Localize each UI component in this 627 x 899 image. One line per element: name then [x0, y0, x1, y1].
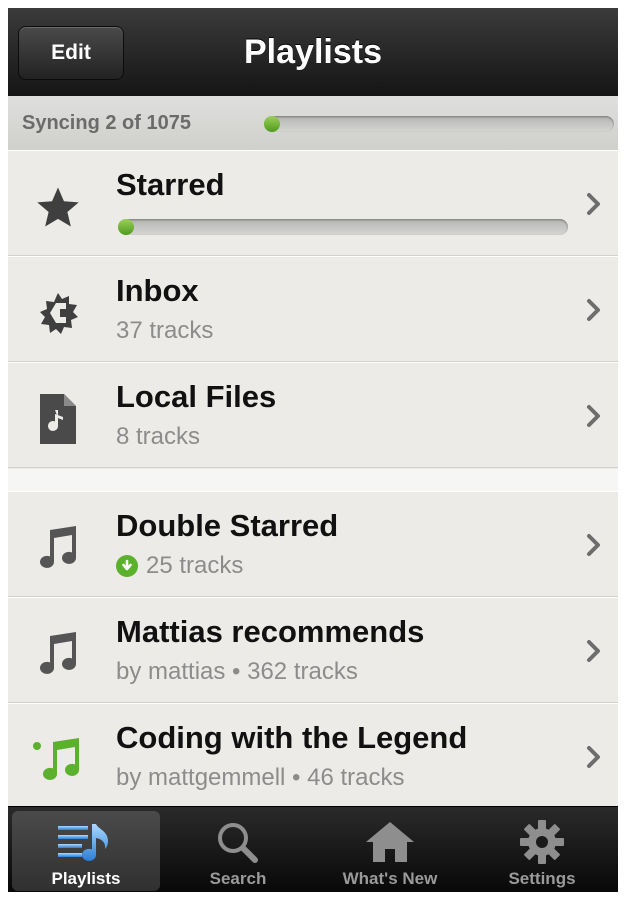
tab-playlists[interactable]: Playlists [12, 811, 160, 891]
music-note-new-icon [30, 732, 86, 788]
playlist-title: Local Files [116, 379, 277, 414]
music-note-icon [30, 520, 86, 576]
playlist-sync-progress-bar [118, 219, 568, 235]
playlist-title: Mattias recommends [116, 614, 425, 649]
tab-label: What's New [342, 869, 438, 888]
playlist-subtitle: by mattias • 362 tracks [116, 658, 358, 685]
tab-label: Search [209, 869, 267, 888]
tab-settings[interactable]: Settings [468, 811, 616, 891]
sync-progress-fill [264, 116, 280, 132]
gear-icon [468, 817, 616, 867]
sync-progress-bar [264, 116, 614, 132]
page-title: Playlists [244, 33, 382, 71]
playlist-title: Inbox [116, 273, 199, 308]
chevron-right-icon [587, 299, 600, 321]
chevron-right-icon [587, 746, 600, 768]
chevron-right-icon [587, 640, 600, 662]
section-divider [8, 469, 618, 492]
playlist-title: Double Starred [116, 508, 339, 543]
star-icon [30, 179, 86, 235]
tab-label: Playlists [51, 869, 121, 888]
playlist-row-double-starred[interactable]: Double Starred 25 tracks [8, 491, 618, 597]
inbox-icon [30, 285, 86, 341]
chevron-right-icon [587, 405, 600, 427]
playlist-sync-progress-fill [118, 219, 134, 235]
tab-bar: Playlists Search What's New Settings [8, 806, 618, 892]
chevron-right-icon [587, 193, 600, 215]
playlist-row-inbox[interactable]: Inbox 37 tracks [8, 256, 618, 362]
search-icon [164, 817, 312, 867]
home-icon [316, 817, 464, 867]
sync-status-bar: Syncing 2 of 1075 [8, 96, 618, 151]
navigation-bar: Edit Playlists [8, 8, 618, 96]
playlist-row-coding-with-the-legend[interactable]: Coding with the Legend by mattgemmell • … [8, 703, 618, 809]
downloaded-icon [116, 555, 138, 577]
playlist-row-local-files[interactable]: Local Files 8 tracks [8, 362, 618, 468]
playlist-row-mattias-recommends[interactable]: Mattias recommends by mattias • 362 trac… [8, 597, 618, 703]
playlist-subtitle: 37 tracks [116, 317, 214, 344]
app-screen: Edit Playlists Syncing 2 of 1075 Starred… [8, 8, 618, 892]
music-note-icon [30, 626, 86, 682]
playlist-subtitle-row: 25 tracks [116, 552, 243, 580]
playlist-subtitle: by mattgemmell • 46 tracks [116, 764, 405, 791]
playlist-title: Coding with the Legend [116, 720, 468, 755]
playlist-row-starred[interactable]: Starred [8, 150, 618, 256]
playlist-subtitle: 25 tracks [146, 552, 244, 579]
playlist-subtitle: 8 tracks [116, 423, 201, 450]
sync-status-text: Syncing 2 of 1075 [22, 112, 191, 134]
playlists-icon [12, 817, 160, 867]
tab-whats-new[interactable]: What's New [316, 811, 464, 891]
tab-search[interactable]: Search [164, 811, 312, 891]
chevron-right-icon [587, 534, 600, 556]
local-file-icon [30, 391, 86, 447]
playlist-title: Starred [116, 167, 225, 202]
tab-label: Settings [508, 869, 576, 888]
